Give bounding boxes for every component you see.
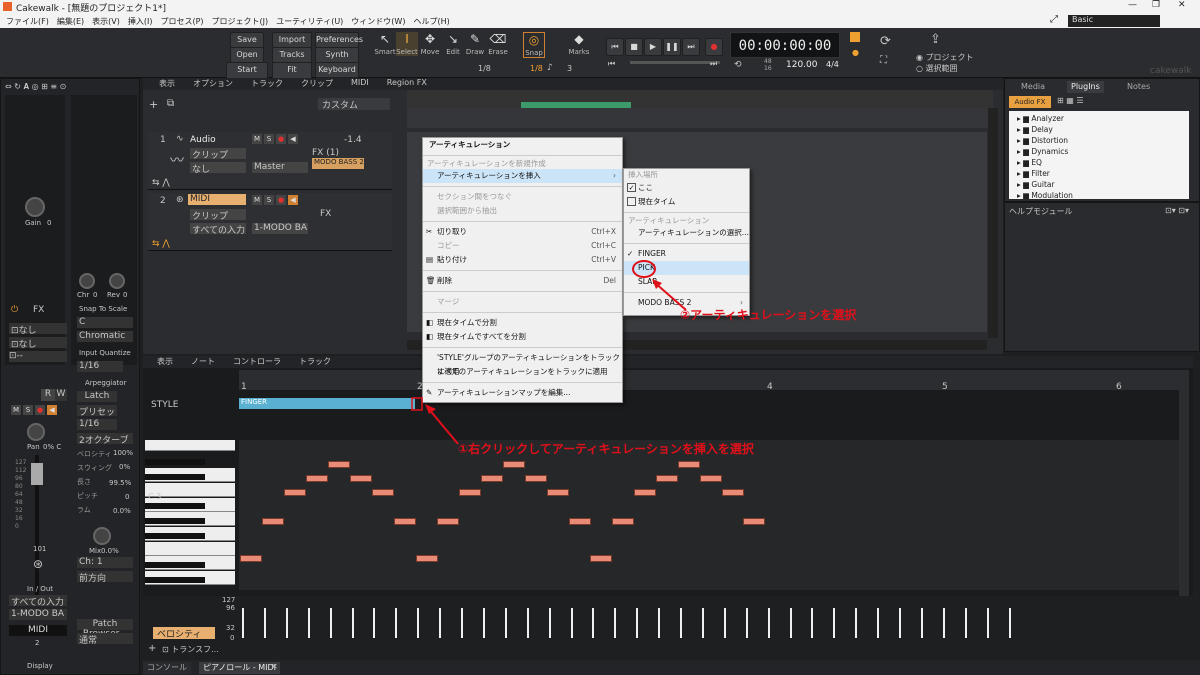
annotation-step-2: ②アーティキュレーションを選択 — [680, 308, 857, 322]
insert-point-box — [411, 397, 423, 411]
annotation-arrows — [411, 279, 687, 445]
arrow-1-head — [425, 404, 436, 414]
annotation-step-1: ①右クリックしてアーティキュレーションを挿入を選択 — [458, 442, 754, 456]
arrow-1-line — [427, 407, 459, 445]
